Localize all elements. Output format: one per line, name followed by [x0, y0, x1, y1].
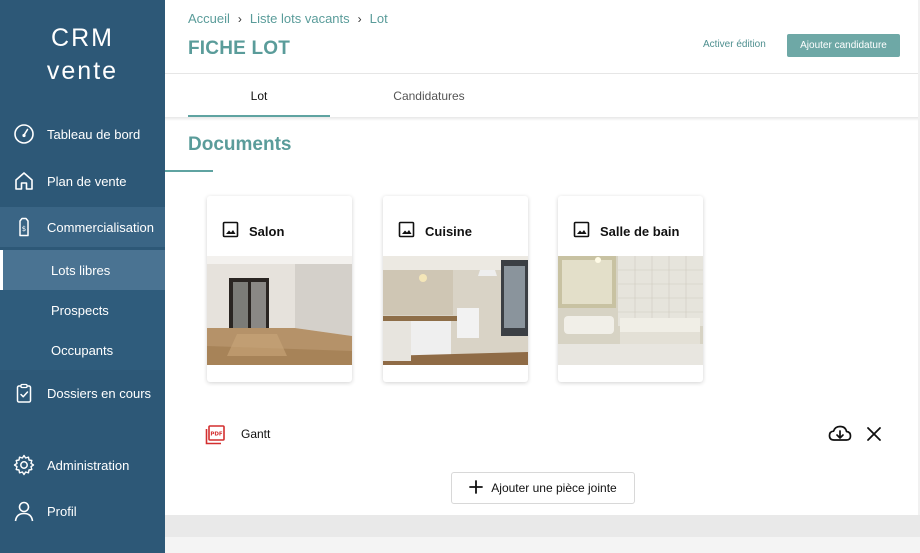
brand-line-1: CRM [51, 24, 114, 52]
sidebar-item-occupants[interactable]: Occupants [0, 330, 165, 370]
image-icon [398, 221, 415, 241]
sidebar: CRM vente Tableau de bord Plan de vente … [0, 0, 165, 553]
content-panel: Accueil › Liste lots vacants › Lot FICHE… [165, 0, 918, 515]
subnav-label: Prospects [51, 302, 109, 318]
activer-edition-link[interactable]: Activer édition [703, 39, 766, 50]
gear-icon [12, 453, 36, 477]
tab-candidatures[interactable]: Candidatures [358, 74, 500, 117]
page-title: FICHE LOT [188, 38, 291, 59]
nav-label: Tableau de bord [47, 126, 141, 142]
add-attachment-label: Ajouter une pièce jointe [491, 481, 617, 495]
salon-photo[interactable] [207, 256, 352, 365]
tabs-shadow [165, 117, 918, 121]
home-icon [12, 169, 36, 193]
sidebar-item-lots-libres[interactable]: Lots libres [0, 250, 165, 290]
documents-title: Documents [188, 134, 292, 155]
nav-item-plan-de-vente[interactable]: Plan de vente [0, 161, 165, 201]
subnav-label: Occupants [51, 342, 114, 358]
tab-label: Lot [250, 88, 268, 103]
card-title: Salle de bain [600, 223, 680, 239]
footer-strip [165, 515, 920, 537]
commercialisation-submenu: Lots libres Prospects Occupants [0, 250, 165, 370]
svg-text:$: $ [22, 225, 26, 233]
attachment-name[interactable]: Gantt [241, 427, 270, 441]
breadcrumb-liste-lots-vacants[interactable]: Liste lots vacants [250, 11, 350, 26]
card-header: Salle de bain [573, 220, 679, 242]
user-icon [12, 499, 36, 523]
breadcrumb-separator-icon: › [237, 11, 242, 26]
cuisine-photo[interactable] [383, 256, 528, 365]
image-icon [573, 221, 590, 241]
nav-item-administration[interactable]: Administration [0, 445, 165, 485]
breadcrumb-lot[interactable]: Lot [370, 11, 388, 26]
nav-item-profil[interactable]: Profil [0, 491, 165, 531]
document-card-salle-de-bain[interactable]: Salle de bain [558, 196, 703, 382]
ajouter-candidature-button[interactable]: Ajouter candidature [787, 34, 900, 57]
cloud-download-icon[interactable] [828, 425, 852, 448]
nav-item-tableau-de-bord[interactable]: Tableau de bord [0, 114, 165, 154]
gauge-icon [12, 122, 36, 146]
nav-item-dossiers-en-cours[interactable]: Dossiers en cours [0, 373, 165, 413]
tab-label: Candidatures [393, 88, 465, 103]
clipboard-check-icon [12, 381, 36, 405]
image-icon [222, 221, 239, 241]
sidebar-item-prospects[interactable]: Prospects [0, 290, 165, 330]
salle-de-bain-photo[interactable] [558, 256, 703, 365]
breadcrumb: Accueil › Liste lots vacants › Lot [188, 11, 388, 26]
section-underline [165, 170, 213, 172]
nav-label: Administration [47, 457, 130, 473]
plus-icon [469, 479, 484, 497]
card-title: Cuisine [425, 223, 472, 239]
card-header: Salon [222, 220, 284, 242]
tab-lot[interactable]: Lot [188, 74, 330, 117]
svg-text:PDF: PDF [210, 432, 223, 438]
document-card-salon[interactable]: Salon [207, 196, 352, 382]
card-header: Cuisine [398, 220, 472, 242]
nav-label: Commercialisation [47, 219, 154, 235]
add-attachment-button[interactable]: Ajouter une pièce jointe [451, 472, 635, 504]
pdf-icon: PDF [205, 425, 226, 450]
document-card-cuisine[interactable]: Cuisine [383, 196, 528, 382]
nav-item-commercialisation[interactable]: $ Commercialisation [0, 207, 165, 247]
card-title: Salon [249, 223, 285, 239]
price-tag-icon: $ [12, 215, 36, 239]
main-content: Accueil › Liste lots vacants › Lot FICHE… [165, 0, 920, 553]
breadcrumb-separator-icon: › [357, 11, 362, 26]
brand-line-2: vente [46, 57, 119, 85]
nav-label: Profil [47, 503, 77, 519]
subnav-label: Lots libres [51, 262, 111, 278]
close-icon[interactable] [865, 425, 883, 448]
attachment-row: PDF Gantt [205, 423, 885, 445]
breadcrumb-accueil[interactable]: Accueil [188, 11, 230, 26]
bottom-strip [165, 537, 920, 553]
nav-label: Plan de vente [47, 173, 127, 189]
nav-label: Dossiers en cours [47, 385, 152, 401]
brand-logo: CRM vente [0, 22, 165, 88]
